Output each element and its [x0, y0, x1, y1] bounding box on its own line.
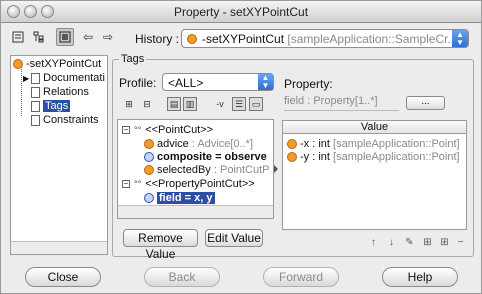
panel-view-icon[interactable]	[56, 28, 74, 46]
help-button[interactable]: Help	[382, 267, 458, 287]
back-arrow-icon[interactable]: ⇦	[79, 28, 97, 46]
expand-all-icon[interactable]: ⊞	[122, 97, 136, 111]
tag-tree: − °° <<PointCut>> advice : Advice[0..*] …	[117, 119, 274, 219]
expand-arrow-icon[interactable]: ▶	[23, 74, 29, 83]
grid-icon[interactable]: ⊞	[438, 236, 451, 249]
file-icon	[31, 100, 40, 112]
profile-value: <ALL>	[168, 76, 204, 90]
title-bar: Property - setXYPointCut	[1, 1, 481, 23]
history-value: -setXYPointCut	[202, 32, 285, 46]
remove-value-icon[interactable]: −	[454, 236, 467, 249]
history-suffix: [sampleApplication::SampleCr...	[287, 32, 458, 46]
tag-icon	[144, 164, 154, 175]
tree-item-relations[interactable]: Relations	[31, 85, 89, 99]
remove-value-button[interactable]: Remove Value	[123, 229, 198, 261]
history-label: History :	[135, 32, 180, 46]
close-button[interactable]: Close	[25, 267, 101, 287]
tree-horizontal-scrollbar[interactable]	[11, 241, 107, 254]
back-button[interactable]: Back	[144, 267, 220, 287]
operation-icon	[13, 59, 23, 69]
file-icon	[31, 86, 40, 98]
sort-alpha-icon[interactable]: ▤	[167, 97, 181, 111]
filter-value-toggle[interactable]: -v	[213, 97, 227, 111]
attribute-icon	[287, 138, 297, 149]
collapse-all-icon[interactable]: ⊟	[140, 97, 154, 111]
tree-item-documentation[interactable]: ▶ Documentati	[23, 71, 105, 85]
move-up-icon[interactable]: ↑	[367, 236, 380, 249]
stereotype-node[interactable]: − °° <<PropertyPointCut>>	[122, 177, 255, 190]
tag-row[interactable]: composite = observe	[144, 150, 267, 163]
tree-item-constraints[interactable]: Constraints	[31, 113, 99, 127]
tree-view-icon[interactable]	[30, 28, 48, 46]
detail-view-icon[interactable]: ▭	[249, 97, 263, 111]
edit-value-button[interactable]: Edit Value	[205, 229, 263, 247]
tag-row-selected[interactable]: field = x, y	[144, 191, 215, 204]
operation-icon	[187, 34, 197, 44]
splitter-handle[interactable]	[274, 119, 278, 219]
value-table: Value -x : int [sampleApplication::Point…	[282, 120, 467, 230]
form-view-icon[interactable]	[9, 28, 27, 46]
tags-group-label: Tags	[119, 53, 147, 65]
property-field: field : Property[1..*]	[284, 95, 399, 111]
edit-icon[interactable]: ✎	[403, 236, 416, 249]
file-icon	[31, 72, 41, 84]
tag-row[interactable]: advice : Advice[0..*]	[144, 137, 253, 150]
profile-select[interactable]: <ALL> ▲ ▼	[162, 73, 274, 91]
value-column-header: Value	[283, 121, 466, 134]
tag-tree-horizontal-scrollbar[interactable]	[118, 205, 273, 218]
window-title: Property - setXYPointCut	[173, 5, 309, 19]
add-value-icon[interactable]: ⊞	[421, 236, 434, 249]
value-tag-icon	[144, 192, 154, 203]
value-tag-icon	[144, 151, 154, 162]
collapse-icon[interactable]: −	[122, 125, 130, 134]
tree-item-tags[interactable]: Tags	[31, 99, 71, 113]
stereotype-node[interactable]: − °° <<PointCut>>	[122, 123, 213, 136]
value-row[interactable]: -x : int [sampleApplication::Point]	[287, 137, 460, 150]
history-select[interactable]: -setXYPointCut [sampleApplication::Sampl…	[181, 29, 469, 48]
profile-label: Profile:	[119, 76, 157, 90]
chevron-updown-icon[interactable]: ▲ ▼	[452, 30, 468, 47]
chevron-updown-icon[interactable]: ▲ ▼	[258, 74, 273, 90]
toolbar: ⇦ ⇨ History : -setXYPointCut [sampleAppl…	[1, 23, 481, 51]
element-tree: -setXYPointCut ▶ Documentati Relations T…	[10, 55, 108, 255]
tag-icon	[144, 138, 154, 149]
forward-arrow-icon[interactable]: ⇨	[99, 28, 117, 46]
browse-button[interactable]: ...	[406, 96, 445, 110]
list-view-icon[interactable]: ☰	[232, 97, 246, 111]
collapse-icon[interactable]: −	[122, 179, 130, 188]
sort-type-icon[interactable]: ▥	[183, 97, 197, 111]
value-row[interactable]: -y : int [sampleApplication::Point]	[287, 150, 460, 163]
forward-button[interactable]: Forward	[263, 267, 339, 287]
tag-row[interactable]: selectedBy : PointCutP	[144, 163, 270, 176]
move-down-icon[interactable]: ↓	[385, 236, 398, 249]
property-label: Property:	[284, 77, 333, 91]
tree-root[interactable]: -setXYPointCut	[13, 57, 101, 71]
property-window: Property - setXYPointCut ⇦ ⇨ History : -…	[0, 0, 482, 294]
file-icon	[31, 114, 40, 126]
attribute-icon	[287, 151, 297, 162]
